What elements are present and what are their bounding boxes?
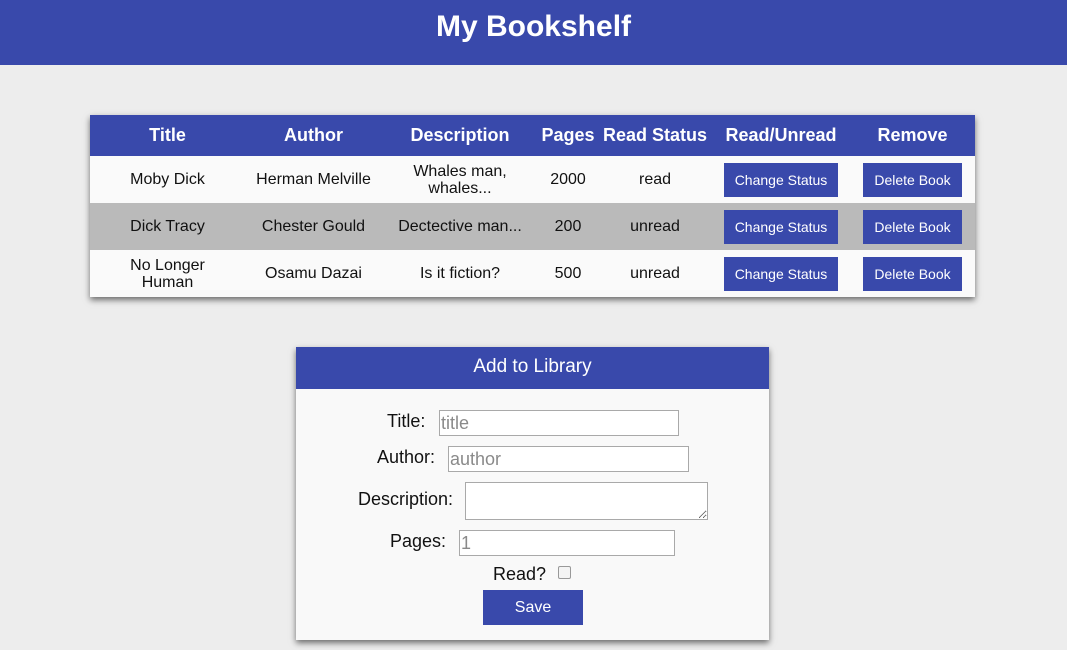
book-pages: 500 xyxy=(538,250,598,297)
author-input[interactable] xyxy=(448,446,689,472)
book-description: Whales man, whales... xyxy=(382,156,538,203)
col-title: Title xyxy=(90,115,245,156)
book-pages: 200 xyxy=(538,203,598,250)
change-status-button[interactable]: Change Status xyxy=(723,209,839,244)
book-description: Is it fiction? xyxy=(382,250,538,297)
description-label: Description: xyxy=(358,489,454,509)
book-title: Moby Dick xyxy=(90,156,245,203)
books-table: Title Author Description Pages Read Stat… xyxy=(90,115,975,297)
col-description: Description xyxy=(382,115,538,156)
table-row: Dick Tracy Chester Gould Dectective man.… xyxy=(90,203,975,250)
col-remove: Remove xyxy=(850,115,975,156)
description-input[interactable] xyxy=(465,482,708,520)
app-title: My Bookshelf xyxy=(435,10,632,43)
delete-book-button[interactable]: Delete Book xyxy=(863,162,962,197)
book-author: Chester Gould xyxy=(245,203,382,250)
col-read-unread: Read/Unread xyxy=(712,115,850,156)
book-title: Dick Tracy xyxy=(90,203,245,250)
delete-book-button[interactable]: Delete Book xyxy=(863,209,962,244)
book-status: read xyxy=(598,156,712,203)
col-pages: Pages xyxy=(538,115,598,156)
read-checkbox[interactable] xyxy=(558,566,571,579)
book-title: No Longer Human xyxy=(90,250,245,297)
col-author: Author xyxy=(245,115,382,156)
delete-book-button[interactable]: Delete Book xyxy=(863,256,962,291)
book-status: unread xyxy=(598,203,712,250)
table-header-row: Title Author Description Pages Read Stat… xyxy=(90,115,975,156)
pages-label: Pages: xyxy=(390,531,447,551)
pages-input[interactable] xyxy=(459,530,675,556)
save-button[interactable]: Save xyxy=(483,590,583,625)
book-author: Osamu Dazai xyxy=(245,250,382,297)
book-author: Herman Melville xyxy=(245,156,382,203)
col-read-status: Read Status xyxy=(598,115,712,156)
book-pages: 2000 xyxy=(538,156,598,203)
form-title: Add to Library xyxy=(296,347,769,389)
book-status: unread xyxy=(598,250,712,297)
table-row: Moby Dick Herman Melville Whales man, wh… xyxy=(90,156,975,203)
title-label: Title: xyxy=(387,411,426,431)
read-label: Read? xyxy=(493,564,547,584)
app-header: My Bookshelf xyxy=(0,0,1067,65)
book-description: Dectective man... xyxy=(382,203,538,250)
change-status-button[interactable]: Change Status xyxy=(723,162,839,197)
table-row: No Longer Human Osamu Dazai Is it fictio… xyxy=(90,250,975,297)
title-input[interactable] xyxy=(439,410,679,436)
author-label: Author: xyxy=(377,447,436,467)
change-status-button[interactable]: Change Status xyxy=(723,256,839,291)
